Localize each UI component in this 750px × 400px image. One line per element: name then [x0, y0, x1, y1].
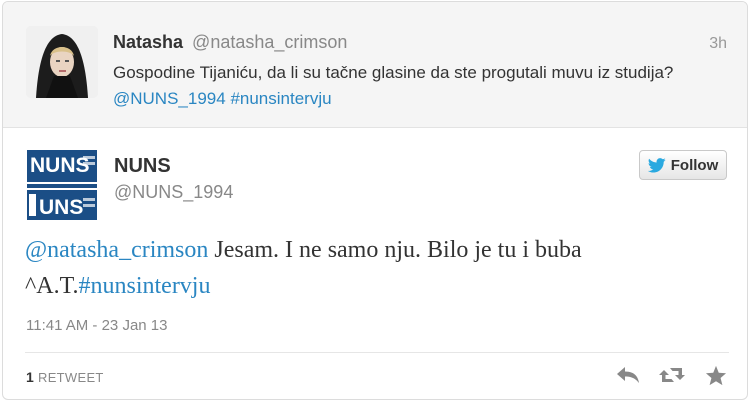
- reply-icon: [617, 367, 639, 383]
- nuns-logo: NUNS UNS: [25, 148, 99, 222]
- reply-text: Gospodine Tijaniću, da li su tačne glasi…: [113, 60, 713, 112]
- avatar-image: [26, 26, 98, 98]
- tweet-author-name[interactable]: NUNS: [114, 155, 171, 178]
- reply-author-name[interactable]: Natasha: [113, 32, 183, 52]
- retweet-count: 1: [26, 369, 35, 385]
- reply-button[interactable]: [615, 362, 641, 388]
- retweet-count-label: RETWEET: [38, 370, 104, 385]
- tweet-author-handle[interactable]: @NUNS_1994: [114, 182, 233, 203]
- favorite-button[interactable]: [703, 362, 729, 388]
- reply-mention-link[interactable]: @NUNS_1994: [113, 89, 226, 108]
- reply-author: Natasha @natasha_crimson: [113, 32, 347, 53]
- twitter-bird-icon: [647, 157, 666, 173]
- retweet-stats[interactable]: 1 RETWEET: [26, 369, 104, 385]
- reply-hashtag-link[interactable]: #nunsintervju: [230, 89, 331, 108]
- avatar-nuns[interactable]: NUNS UNS: [25, 148, 99, 222]
- tweet-timestamp[interactable]: 11:41 AM - 23 Jan 13: [26, 317, 167, 334]
- reply-timestamp[interactable]: 3h: [709, 35, 727, 53]
- follow-button[interactable]: Follow: [639, 150, 727, 180]
- stats-divider: [25, 352, 729, 353]
- avatar-natasha[interactable]: [26, 26, 98, 98]
- reply-author-handle[interactable]: @natasha_crimson: [192, 32, 347, 52]
- logo-uns-text: UNS: [39, 196, 83, 219]
- follow-button-label: Follow: [670, 156, 719, 174]
- tweet-actions: [615, 362, 729, 388]
- retweet-button[interactable]: [659, 362, 685, 388]
- favorite-star-icon: [705, 365, 727, 385]
- main-tweet: NUNS UNS NUNS @NUNS_1994 Follow @natasha…: [3, 128, 747, 399]
- retweet-icon: [659, 368, 685, 382]
- in-reply-to-tweet[interactable]: Natasha @natasha_crimson 3h Gospodine Ti…: [3, 2, 747, 128]
- logo-nuns-text: NUNS: [30, 154, 90, 177]
- tweet-hashtag-link[interactable]: #nunsintervju: [78, 273, 210, 299]
- tweet-text: @natasha_crimson Jesam. I ne samo nju. B…: [25, 232, 725, 304]
- tweet-mention-link[interactable]: @natasha_crimson: [25, 237, 208, 263]
- reply-text-body: Gospodine Tijaniću, da li su tačne glasi…: [113, 63, 674, 82]
- tweet-embed: Natasha @natasha_crimson 3h Gospodine Ti…: [2, 1, 748, 400]
